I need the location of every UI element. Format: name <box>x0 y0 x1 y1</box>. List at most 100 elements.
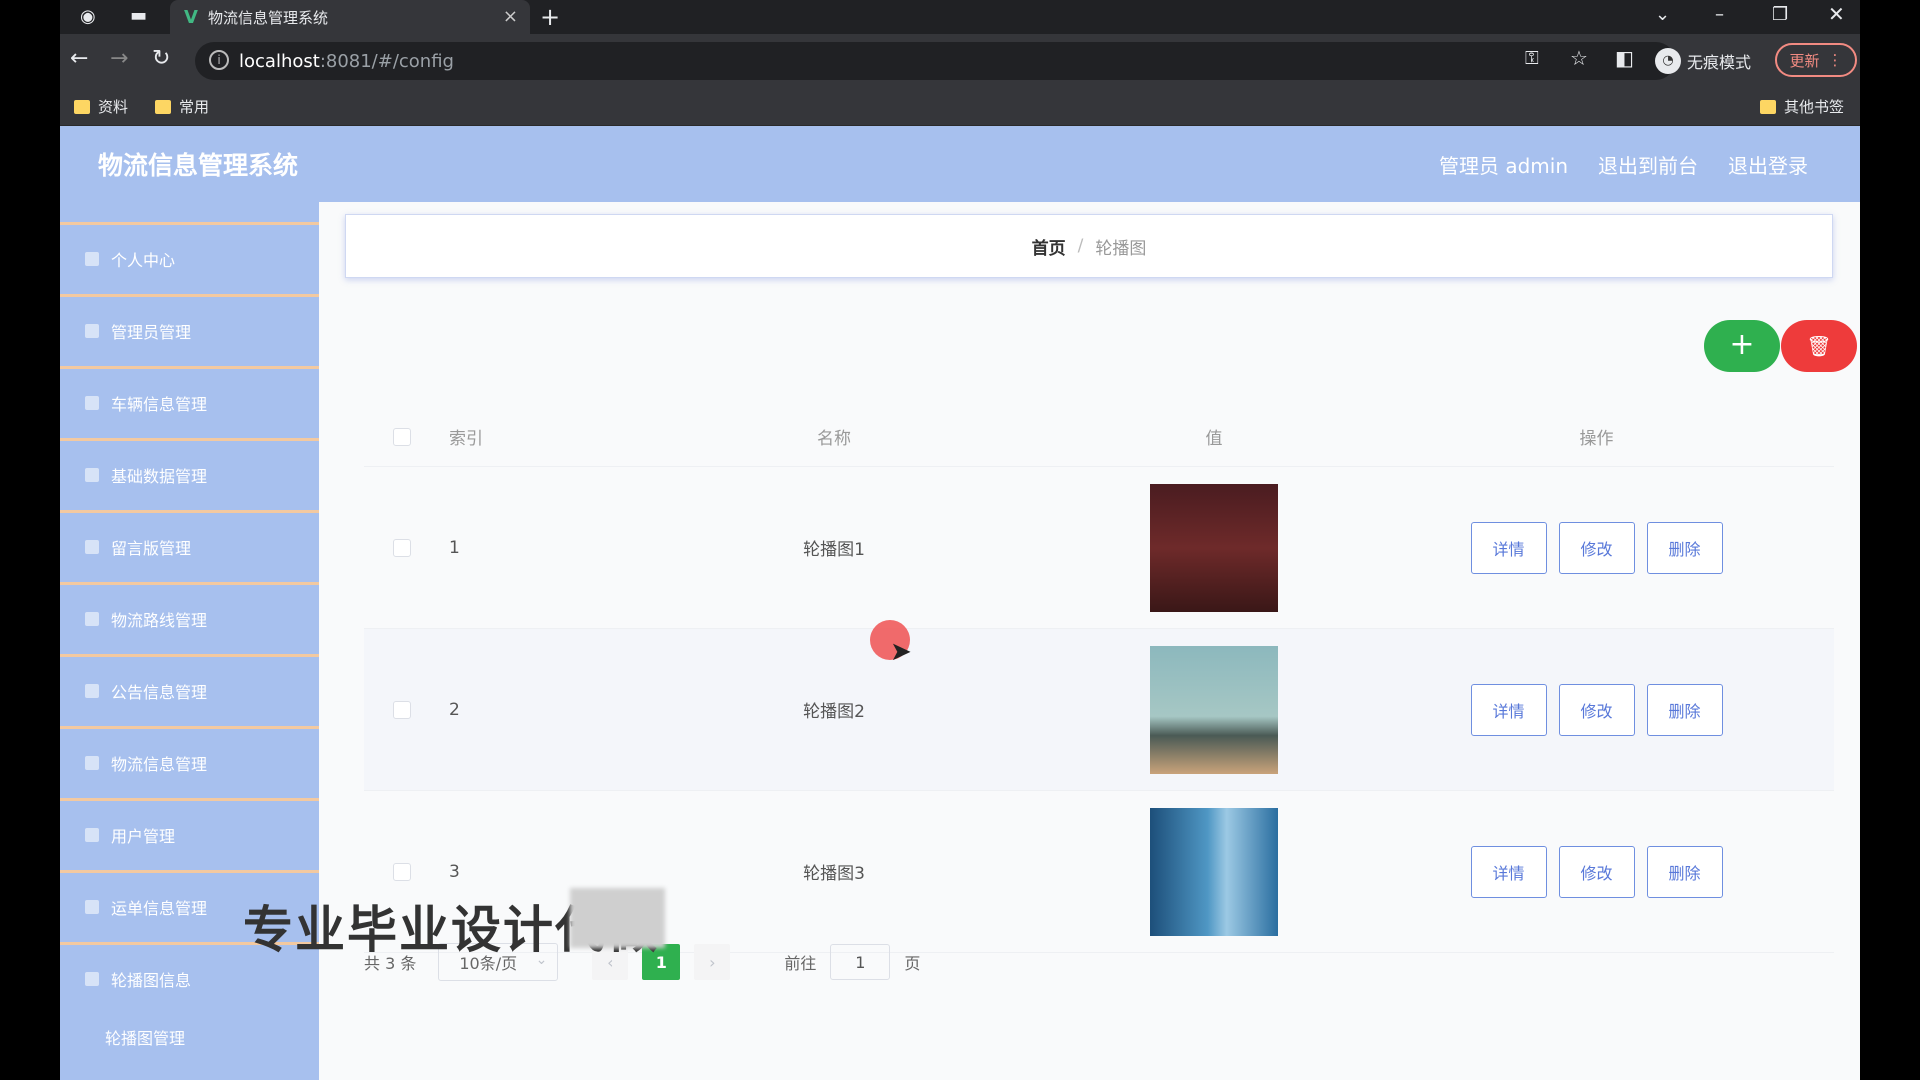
address-bar: ← → ↻ i localhost:8081/#/config ⚿ ☆ ◧ ◔ … <box>60 34 1860 88</box>
folder-icon <box>155 99 171 114</box>
carousel-thumbnail[interactable] <box>1150 645 1278 774</box>
app-title: 物流信息管理系统 <box>98 151 299 180</box>
sidebar-item-logistics[interactable]: 物流信息管理 <box>60 726 319 796</box>
url-path: :8081/#/config <box>319 50 454 72</box>
site-info-icon[interactable]: i <box>209 50 229 70</box>
admin-label: 管理员 admin <box>1438 154 1568 178</box>
sidebar-item-profile[interactable]: 个人中心 <box>60 222 319 292</box>
breadcrumb-home[interactable]: 首页 <box>1032 234 1066 259</box>
bookmark-folder-2[interactable]: 常用 <box>155 96 209 117</box>
next-page-button[interactable]: › <box>694 944 731 980</box>
row-checkbox[interactable] <box>392 700 411 719</box>
blur-overlay <box>570 888 665 948</box>
sidebar-item-vehicles[interactable]: 车辆信息管理 <box>60 366 319 436</box>
breadcrumb-separator: / <box>1077 236 1084 256</box>
other-bookmarks[interactable]: 其他书签 <box>1760 96 1844 117</box>
header-ops: 操作 <box>1579 429 1614 449</box>
chevron-down-icon[interactable]: ⌄ <box>1655 4 1670 25</box>
sidebar-item-base-data[interactable]: 基础数据管理 <box>60 438 319 508</box>
tab-bar: ◉ ▬ V 物流信息管理系统 × + ⌄ – ❐ ✕ <box>60 0 1860 34</box>
window-close-icon[interactable]: ✕ <box>1828 2 1845 26</box>
back-icon[interactable]: ← <box>70 46 88 71</box>
vue-logo-icon: V <box>184 6 198 28</box>
row-name: 轮播图2 <box>803 702 865 722</box>
browser-window: ◉ ▬ V 物流信息管理系统 × + ⌄ – ❐ ✕ ← → ↻ i local… <box>60 0 1860 1080</box>
url-host: localhost <box>239 50 320 72</box>
carousel-thumbnail[interactable] <box>1150 807 1278 936</box>
folder-icon <box>1760 99 1776 114</box>
breadcrumb-current: 轮播图 <box>1095 238 1147 259</box>
table-row: 2 轮播图2 详情 修改 删除 <box>364 629 1834 791</box>
row-name: 轮播图1 <box>803 540 865 560</box>
batch-delete-button[interactable]: 🗑 <box>1781 320 1857 372</box>
logout-link[interactable]: 退出登录 <box>1728 150 1808 179</box>
sidebar-subitem-carousel-manage[interactable]: 轮播图管理 <box>60 1007 319 1067</box>
tab-search-icon[interactable]: ▬ <box>130 5 147 26</box>
more-icon: ⋮ <box>1827 51 1843 69</box>
sidebar-item-label: 基础数据管理 <box>111 466 208 486</box>
url-field[interactable]: i localhost:8081/#/config <box>195 42 1675 80</box>
row-index: 3 <box>449 861 460 882</box>
goto-page-input[interactable]: 1 <box>830 944 891 980</box>
message-icon <box>85 539 99 554</box>
bookmark-label: 资料 <box>98 98 129 116</box>
route-icon <box>85 611 99 626</box>
row-name: 轮播图3 <box>803 864 865 884</box>
folder-icon <box>74 99 90 114</box>
user-icon <box>85 251 99 266</box>
sidepanel-icon[interactable]: ◧ <box>1615 46 1634 70</box>
detail-button[interactable]: 详情 <box>1470 521 1547 574</box>
select-all-checkbox[interactable] <box>392 427 411 446</box>
update-button[interactable]: 更新 ⋮ <box>1775 43 1857 77</box>
row-index: 2 <box>449 699 460 720</box>
edit-button[interactable]: 修改 <box>1558 521 1635 574</box>
browser-menu-icon[interactable]: ◉ <box>80 6 96 27</box>
sidebar-item-label: 运单信息管理 <box>111 898 208 918</box>
update-label: 更新 <box>1789 51 1820 70</box>
carousel-thumbnail[interactable] <box>1150 483 1278 612</box>
header-index: 索引 <box>449 429 483 449</box>
table-header: 索引 名称 值 操作 <box>364 407 1834 467</box>
car-icon <box>85 395 99 410</box>
sidebar-item-label: 个人中心 <box>111 250 176 270</box>
minimize-icon[interactable]: – <box>1715 4 1724 25</box>
notice-icon <box>85 683 99 698</box>
sidebar-item-label: 车辆信息管理 <box>111 394 208 414</box>
tab-active[interactable]: V 物流信息管理系统 × <box>170 0 530 34</box>
bookmark-star-icon[interactable]: ☆ <box>1570 46 1588 70</box>
bookmark-folder-1[interactable]: 资料 <box>74 96 128 117</box>
add-button[interactable]: + <box>1704 320 1780 372</box>
app-header: 物流信息管理系统 管理员 admin 退出到前台 退出登录 <box>60 126 1860 202</box>
incognito-indicator[interactable]: ◔ 无痕模式 <box>1655 48 1751 74</box>
other-bookmarks-label: 其他书签 <box>1784 98 1845 116</box>
sidebar-item-admins[interactable]: 管理员管理 <box>60 294 319 364</box>
reload-icon[interactable]: ↻ <box>152 46 170 71</box>
breadcrumb: 首页 / 轮播图 <box>345 214 1833 278</box>
carousel-icon <box>85 971 99 986</box>
new-tab-icon[interactable]: + <box>540 3 560 31</box>
sidebar-item-routes[interactable]: 物流路线管理 <box>60 582 319 652</box>
key-icon[interactable]: ⚿ <box>1525 48 1539 69</box>
sidebar-item-label: 用户管理 <box>111 826 176 846</box>
forward-icon[interactable]: → <box>110 46 128 71</box>
delete-button[interactable]: 删除 <box>1646 521 1723 574</box>
detail-button[interactable]: 详情 <box>1470 683 1547 736</box>
sidebar-item-notices[interactable]: 公告信息管理 <box>60 654 319 724</box>
sidebar-item-label: 物流信息管理 <box>111 754 208 774</box>
edit-button[interactable]: 修改 <box>1558 683 1635 736</box>
row-checkbox[interactable] <box>392 538 411 557</box>
waybill-icon <box>85 899 99 914</box>
sidebar-item-users[interactable]: 用户管理 <box>60 798 319 868</box>
restore-icon[interactable]: ❐ <box>1772 4 1788 25</box>
delete-button[interactable]: 删除 <box>1646 683 1723 736</box>
edit-button[interactable]: 修改 <box>1558 845 1635 898</box>
users-icon <box>85 827 99 842</box>
sidebar-subitem-label: 轮播图管理 <box>105 1029 186 1048</box>
delete-button[interactable]: 删除 <box>1646 845 1723 898</box>
detail-button[interactable]: 详情 <box>1470 845 1547 898</box>
exit-to-front-link[interactable]: 退出到前台 <box>1598 150 1698 179</box>
tab-close-icon[interactable]: × <box>503 6 518 27</box>
sidebar-item-messages[interactable]: 留言版管理 <box>60 510 319 580</box>
sidebar-item-label: 留言版管理 <box>111 538 192 558</box>
row-checkbox[interactable] <box>392 862 411 881</box>
